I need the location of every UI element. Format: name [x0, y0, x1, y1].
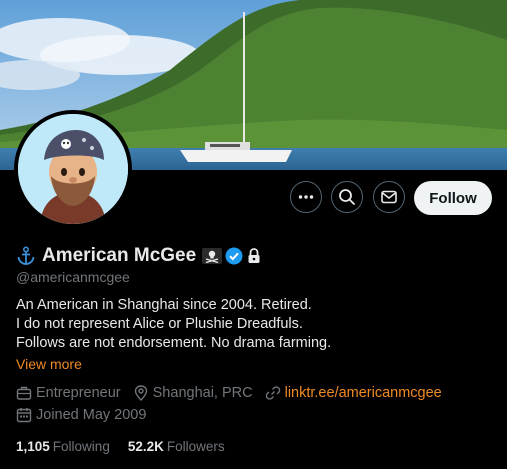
profile-bio: An American in Shanghai since 2004. Reti… [16, 296, 331, 353]
following-count: 1,105 [16, 439, 50, 454]
joined-item: Joined May 2009 [16, 407, 146, 423]
profile-actions: Follow [0, 181, 507, 215]
search-icon [339, 189, 355, 205]
profile-meta: Entrepreneur Shanghai, PRC linktr.ee/ame… [16, 385, 454, 401]
profile-name: American McGee [42, 245, 197, 266]
briefcase-icon [16, 386, 32, 400]
followers-label: Followers [166, 439, 225, 454]
location-item: Shanghai, PRC [133, 385, 253, 401]
more-button[interactable] [290, 181, 322, 213]
followers-count: 52.2K [127, 439, 164, 454]
follow-counts: 1,105 Following 52.2K Followers [16, 439, 243, 454]
view-more-link[interactable]: View more [16, 356, 82, 372]
more-icon [298, 195, 314, 199]
calendar-icon [16, 408, 32, 423]
profile-joined: Joined May 2009 [16, 407, 158, 423]
search-button[interactable] [331, 181, 363, 213]
following-label: Following [52, 439, 110, 454]
bio-line: I do not represent Alice or Plushie Drea… [16, 316, 303, 332]
lock-icon [248, 248, 260, 263]
location-label: Shanghai, PRC [152, 385, 253, 401]
profile-name-row: American McGee [16, 244, 261, 268]
profile-handle: @americanmcgee [16, 269, 130, 285]
category-item: Entrepreneur [16, 385, 121, 401]
bio-line: Follows are not endorsement. No drama fa… [16, 335, 332, 351]
follow-button[interactable]: Follow [414, 181, 492, 215]
mail-icon [381, 190, 397, 204]
location-pin-icon [134, 385, 147, 401]
anchor-icon [17, 246, 35, 265]
message-button[interactable] [373, 181, 405, 213]
followers-count-link[interactable]: 52.2K Followers [128, 439, 225, 454]
link-icon [265, 386, 280, 400]
verified-badge-icon[interactable] [225, 247, 243, 265]
category-label: Entrepreneur [36, 385, 121, 401]
website-link[interactable]: linktr.ee/americanmcgee [285, 385, 442, 401]
pirate-flag-icon [202, 248, 223, 264]
bio-line: An American in Shanghai since 2004. Reti… [16, 297, 312, 313]
following-count-link[interactable]: 1,105 Following [16, 439, 110, 454]
website-item[interactable]: linktr.ee/americanmcgee [265, 385, 442, 401]
joined-label: Joined May 2009 [36, 407, 147, 423]
